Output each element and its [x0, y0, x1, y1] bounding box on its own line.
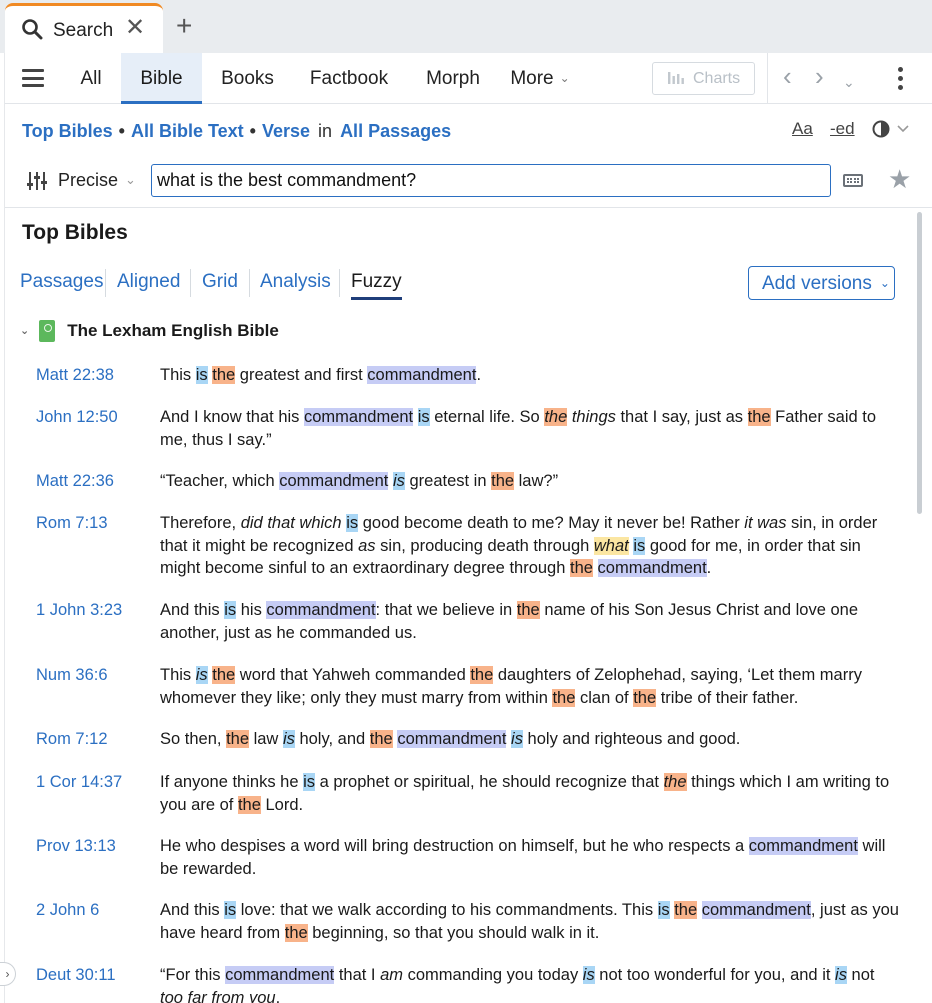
verse-ref[interactable]: 2 John 6: [36, 901, 99, 920]
chevron-down-icon: ⌄: [879, 276, 890, 290]
charts-button[interactable]: Charts: [652, 62, 755, 95]
contrast-icon[interactable]: [872, 118, 910, 140]
scope-all-passages[interactable]: All Passages: [340, 121, 451, 141]
scrollbar-thumb[interactable]: [917, 212, 922, 514]
search-scope: Top Bibles • All Bible Text • Verse in All Pas…: [22, 121, 451, 142]
verse-text: “Teacher, which commandment is greatest …: [160, 472, 559, 490]
keyboard-icon[interactable]: [843, 174, 863, 187]
scope-all-bible-text[interactable]: All Bible Text: [131, 121, 244, 141]
search-input[interactable]: [151, 164, 831, 197]
chevron-down-icon[interactable]: ⌄: [20, 324, 29, 337]
tab-separator: [190, 269, 191, 297]
app-window: { "tab": {"title": "Search", "close": "✕…: [0, 0, 932, 1003]
tab-fuzzy[interactable]: Fuzzy: [351, 271, 402, 300]
tab-books[interactable]: Books: [210, 53, 285, 104]
verse-ref[interactable]: Matt 22:36: [36, 472, 114, 491]
inflections-button[interactable]: -ed: [830, 119, 855, 139]
font-settings-button[interactable]: Aa: [792, 119, 813, 139]
plus-icon[interactable]: +: [176, 12, 192, 40]
tab-morph[interactable]: Morph: [417, 53, 489, 104]
tab-factbook[interactable]: Factbook: [301, 53, 397, 104]
panel-left-border: [4, 53, 5, 1003]
toolbar-divider: [767, 53, 768, 104]
chevron-down-icon[interactable]: ⌄: [125, 172, 136, 188]
chevron-down-icon[interactable]: ⌄: [843, 69, 855, 95]
verse-ref[interactable]: Prov 13:13: [36, 837, 116, 856]
verse-text: “For this commandment that I am commandi…: [160, 966, 875, 1003]
header-divider: [5, 207, 932, 208]
verse-text: So then, the law is holy, and the comman…: [160, 730, 741, 748]
verse-ref[interactable]: 1 Cor 14:37: [36, 773, 122, 792]
tab-separator: [105, 269, 106, 297]
tab-bible[interactable]: Bible: [121, 53, 202, 104]
book-icon: [39, 320, 56, 342]
tab-more[interactable]: More ⌄: [505, 53, 575, 104]
scope-in: in: [318, 121, 333, 141]
chevron-down-icon: ⌄: [559, 71, 570, 85]
book-title: The Lexham English Bible: [67, 321, 279, 340]
verse-text: If anyone thinks he is a prophet or spir…: [160, 773, 890, 814]
tab-separator: [249, 269, 250, 297]
search-icon: [22, 19, 43, 40]
verse-ref[interactable]: Num 36:6: [36, 666, 108, 685]
verse-text: And this is love: that we walk according…: [160, 901, 899, 942]
book-group-header[interactable]: ⌄ The Lexham English Bible: [20, 320, 279, 342]
tab-all[interactable]: All: [67, 53, 115, 104]
verse-ref[interactable]: Deut 30:11: [36, 966, 116, 985]
tab-analysis[interactable]: Analysis: [260, 271, 331, 293]
scope-verse[interactable]: Verse: [262, 121, 310, 141]
star-icon[interactable]: ★: [888, 166, 911, 192]
verse-ref[interactable]: Matt 22:38: [36, 366, 114, 385]
bar-chart-icon: [668, 72, 684, 84]
scope-top-bibles[interactable]: Top Bibles: [22, 121, 113, 141]
tab-separator: [339, 269, 340, 297]
verse-ref[interactable]: 1 John 3:23: [36, 601, 122, 620]
verse-text: This is the greatest and first commandme…: [160, 366, 482, 384]
menu-icon[interactable]: [22, 69, 44, 87]
verse-text: This is the word that Yahweh commanded t…: [160, 666, 862, 707]
scope-separator: •: [249, 121, 256, 141]
verse-ref[interactable]: Rom 7:12: [36, 730, 108, 749]
add-versions-button[interactable]: Add versions ⌄: [748, 266, 895, 300]
search-mode-select[interactable]: Precise: [58, 170, 118, 191]
results-title: Top Bibles: [22, 221, 128, 244]
tab-strip: Search ✕ +: [0, 0, 932, 53]
sliders-icon[interactable]: [26, 170, 48, 192]
verse-ref[interactable]: Rom 7:13: [36, 514, 108, 533]
tab-aligned[interactable]: Aligned: [117, 271, 180, 293]
verse-ref[interactable]: John 12:50: [36, 408, 118, 427]
scope-separator: •: [118, 121, 125, 141]
tab-passages[interactable]: Passages: [20, 271, 103, 293]
verse-text: Therefore, did that which is good become…: [160, 514, 878, 577]
close-icon[interactable]: ✕: [125, 16, 145, 40]
verse-text: And I know that his commandment is etern…: [160, 408, 877, 449]
chevron-right-icon[interactable]: ›: [0, 962, 16, 986]
chevron-right-icon[interactable]: ›: [815, 63, 824, 89]
more-vertical-icon[interactable]: [898, 67, 904, 94]
verse-text: And this is his commandment: that we bel…: [160, 601, 858, 642]
verse-text: He who despises a word will bring destru…: [160, 837, 886, 878]
tab-grid[interactable]: Grid: [202, 271, 238, 293]
chevron-left-icon[interactable]: ‹: [783, 63, 792, 89]
tab-title: Search: [53, 20, 114, 41]
tab-search[interactable]: Search ✕: [5, 3, 163, 53]
toolbar: All Bible Books Factbook Morph More ⌄ Cha…: [5, 53, 932, 104]
